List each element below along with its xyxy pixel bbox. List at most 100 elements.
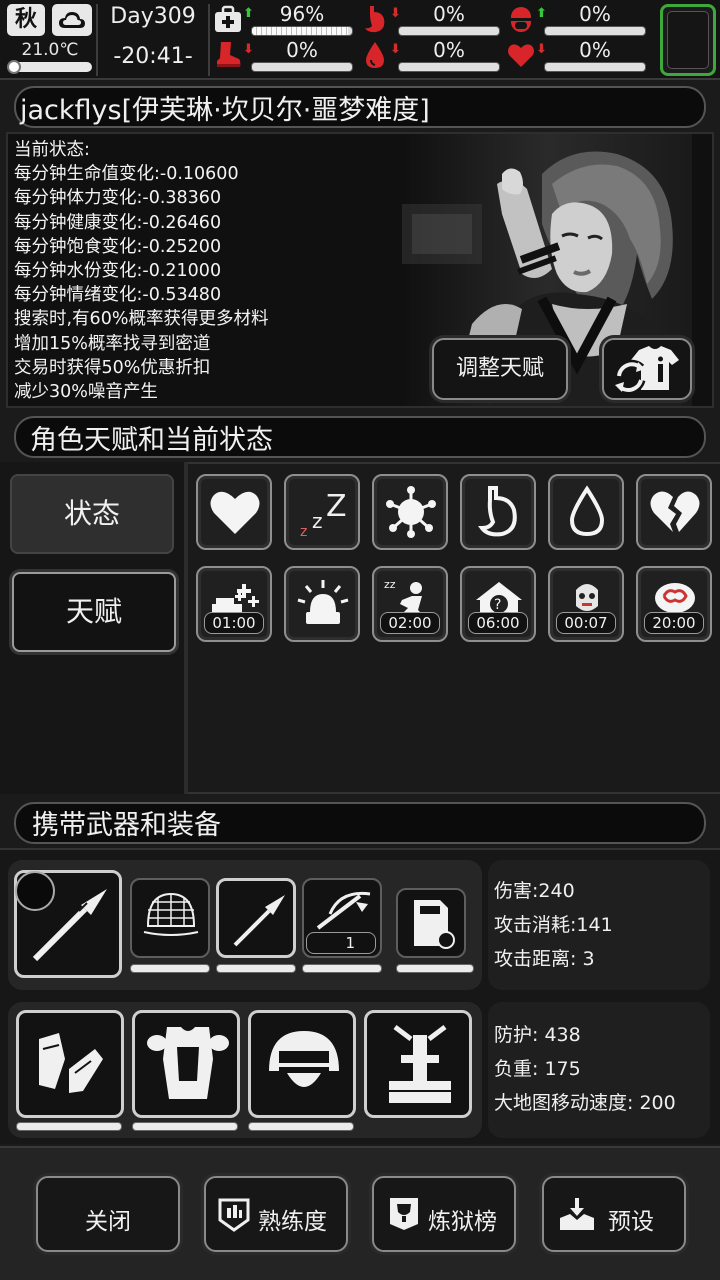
buff-icon-shelter[interactable]: ? 06:00	[460, 566, 536, 642]
helmet-icon	[269, 1031, 339, 1087]
buff-icon-tired[interactable]: zz 02:00	[372, 566, 448, 642]
purgatory-ranking-button[interactable]: 炼狱榜	[372, 1176, 516, 1252]
net-trap-icon	[143, 892, 199, 936]
health-stat: ⬆ 96%	[213, 2, 353, 38]
helmet-slot[interactable]	[248, 1010, 356, 1118]
stat-bar	[544, 62, 646, 72]
map-speed-stat: 大地图移动速度: 200	[494, 1092, 676, 1114]
svg-text:?: ?	[494, 597, 501, 613]
temperature-bar	[7, 60, 92, 74]
gloves-slot[interactable]	[16, 1010, 124, 1118]
defense-stat: 防护: 438	[494, 1024, 581, 1046]
temperature-label: 21.0℃	[21, 40, 79, 60]
buff-icon-gut[interactable]: 20:00	[636, 566, 712, 642]
preset-button-label: 预设	[608, 1209, 654, 1235]
status-icon-health[interactable]	[196, 474, 272, 550]
durability-bar	[248, 1122, 354, 1131]
buff-timer: 02:00	[380, 612, 440, 634]
weapon-slot-net[interactable]	[130, 878, 210, 958]
weapon-slot-shield[interactable]	[396, 888, 466, 958]
tab-status[interactable]: 状态	[10, 474, 174, 554]
alarm-light-icon	[297, 580, 349, 624]
status-line: 搜索时,有60%概率获得更多材料	[14, 309, 269, 330]
riot-shield-icon	[414, 900, 455, 949]
status-icon-sleep[interactable]: zzZ	[284, 474, 360, 550]
sleep-zzz-icon: zzZ	[300, 489, 347, 540]
status-line: 每分钟情绪变化:-0.53480	[14, 285, 222, 306]
equipment-title: 携带武器和装备	[32, 810, 221, 841]
carry-weight-stat: 负重: 175	[494, 1058, 581, 1080]
broken-heart-icon	[650, 491, 700, 532]
stat-bar	[544, 26, 646, 36]
thirst-stat: ⬇ 0%	[360, 38, 500, 74]
buff-icon-medicine[interactable]: 01:00	[196, 566, 272, 642]
armor-stats-panel: 防护: 438 负重: 175 大地图移动速度: 200	[488, 1002, 710, 1138]
status-effects-list: 当前状态: 每分钟生命值变化:-0.10600 每分钟体力变化:-0.38360…	[14, 138, 268, 404]
close-button[interactable]: 关闭	[36, 1176, 180, 1252]
preset-button[interactable]: 预设	[542, 1176, 686, 1252]
durability-bar	[16, 1122, 122, 1131]
status-icon-thirst[interactable]	[548, 474, 624, 550]
svg-text:Z: Z	[326, 489, 347, 524]
backpack-slot[interactable]	[364, 1010, 472, 1118]
quick-item-slot[interactable]	[660, 4, 716, 76]
character-name: jackflys[伊芙琳·坎贝尔·噩梦难度]	[20, 95, 430, 126]
damage-stat: 伤害:240	[494, 880, 575, 902]
stat-value: 0%	[286, 38, 318, 62]
stat-bar	[398, 26, 500, 36]
stat-bar	[398, 62, 500, 72]
temperature-knob	[7, 60, 21, 74]
crossbow-icon	[316, 891, 371, 930]
body-armor-slot[interactable]	[132, 1010, 240, 1118]
status-line: 增加15%概率找寻到密道	[14, 333, 211, 354]
heart-icon	[210, 491, 260, 534]
weapon-slot-crossbow[interactable]: 1	[302, 878, 382, 958]
purgatory-ranking-button-label: 炼狱榜	[428, 1209, 497, 1235]
game-clock: -20:41-	[113, 44, 193, 69]
divider	[208, 4, 210, 76]
status-line: 交易时获得50%优惠折扣	[14, 357, 211, 378]
backpack-frame-icon	[389, 1025, 451, 1103]
day-counter: Day309	[110, 4, 196, 29]
attack-cost-stat: 攻击消耗:141	[494, 914, 613, 936]
buff-icon-zombie[interactable]: 00:07	[548, 566, 624, 642]
status-icon-infection[interactable]	[372, 474, 448, 550]
buff-timer: 06:00	[468, 612, 528, 634]
tab-talent[interactable]: 天赋	[12, 572, 176, 652]
durability-bar	[130, 964, 210, 973]
outfit-swap-icon	[614, 346, 679, 395]
durability-bar	[216, 964, 296, 973]
top-status-bar: 秋 21.0℃ Day309 -20:41- ⬆ 96% ⬇ 0% ⬆ 0% ⬇…	[0, 0, 720, 80]
svg-text:z: z	[312, 509, 323, 533]
stomach-icon	[365, 6, 385, 33]
status-line: 每分钟健康变化:-0.26460	[14, 212, 222, 233]
adjust-talent-button[interactable]: 调整天赋	[432, 338, 568, 400]
hunger-stat: ⬇ 0%	[360, 2, 500, 38]
boot-icon	[217, 42, 241, 67]
status-icon-mood[interactable]	[636, 474, 712, 550]
svg-text:z: z	[300, 524, 307, 540]
virus-icon	[386, 486, 436, 538]
status-icon-hunger[interactable]	[460, 474, 536, 550]
gloves-icon	[39, 1033, 103, 1093]
buff-timer: 20:00	[644, 612, 704, 634]
buff-timer: 01:00	[204, 612, 264, 634]
durability-bar	[132, 1122, 238, 1131]
weapon-slot-main[interactable]	[14, 870, 122, 978]
status-line: 减少30%噪音产生	[14, 382, 158, 403]
status-line: 每分钟生命值变化:-0.10600	[14, 164, 239, 185]
ammo-count: 1	[306, 932, 376, 954]
season-badge: 秋	[7, 4, 45, 36]
svg-text:zz: zz	[384, 578, 396, 591]
stat-value: 96%	[279, 2, 325, 26]
stat-bar	[251, 26, 353, 36]
status-line: 每分钟饱食变化:-0.25200	[14, 236, 222, 257]
change-outfit-button[interactable]	[602, 338, 692, 400]
durability-bar	[302, 964, 382, 973]
proficiency-button[interactable]: 熟练度	[204, 1176, 348, 1252]
divider	[96, 4, 98, 76]
pill-icon	[511, 7, 531, 32]
weapon-slot-spear[interactable]	[216, 878, 296, 958]
buff-icon-alarm[interactable]	[284, 566, 360, 642]
proficiency-button-label: 熟练度	[258, 1209, 327, 1235]
